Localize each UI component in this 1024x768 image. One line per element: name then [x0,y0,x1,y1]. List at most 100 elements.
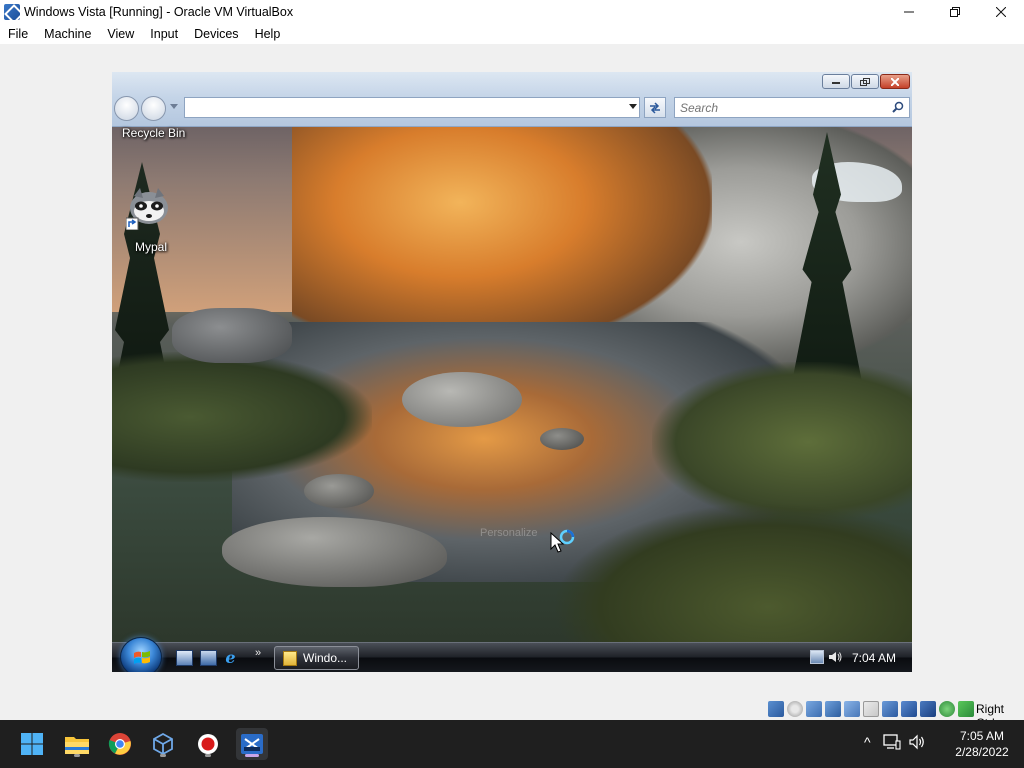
vista-vm-icon [241,734,263,754]
taskbar-recorder[interactable] [192,728,224,760]
restore-button[interactable] [932,0,978,24]
host-menu-bar: File Machine View Input Devices Help [0,24,1024,44]
taskbar-virtualbox[interactable] [147,728,179,760]
close-icon [996,7,1006,17]
windows-flag-icon [134,651,150,664]
vista-explorer-window[interactable] [112,72,912,127]
file-explorer-icon [65,737,89,754]
volume-icon[interactable] [828,650,842,664]
shared-folder-icon[interactable] [863,701,879,717]
running-indicator [74,754,80,757]
taskbar-window-label: Windo... [303,651,348,665]
optical-drive-icon[interactable] [787,701,803,717]
vista-notification-area [810,650,842,664]
search-icon[interactable] [892,101,904,113]
wallpaper-sunlit-peak [292,122,712,352]
menu-view[interactable]: View [103,27,142,41]
wallpaper-grass-left [112,352,372,482]
show-hidden-icons-icon[interactable]: ^ [864,734,871,750]
minimize-icon [904,11,914,13]
close-icon [891,77,899,86]
explorer-restore-button[interactable] [851,74,879,89]
folder-icon [283,650,297,666]
system-clock[interactable]: 7:05 AM 2/28/2022 [944,728,1020,760]
restore-icon [860,77,870,86]
wallpaper-stone [304,474,374,508]
wallpaper-stone [172,308,292,363]
wallpaper-grass-bottom [552,502,912,652]
start-button[interactable] [16,728,48,760]
minimize-icon [832,81,840,84]
network-icon[interactable] [825,701,841,717]
minimize-button[interactable] [886,0,932,24]
record-icon [198,734,218,754]
vista-clock[interactable]: 7:04 AM [852,651,896,665]
menu-help[interactable]: Help [251,27,289,41]
back-button[interactable] [114,96,139,121]
close-button[interactable] [978,0,1024,24]
mouse-integration-icon[interactable] [939,701,955,717]
window-title: Windows Vista [Running] - Oracle VM Virt… [24,5,294,19]
restore-icon [950,7,960,17]
address-dropdown-icon[interactable] [629,104,637,109]
volume-icon[interactable] [908,734,927,750]
explorer-minimize-button[interactable] [822,74,850,89]
chrome-icon [108,733,131,755]
recycle-bin-label[interactable]: Recycle Bin [122,126,185,140]
virtualbox-status-bar: Right Ctrl [0,698,1024,730]
search-box[interactable] [674,97,910,118]
hard-disk-icon[interactable] [768,701,784,717]
mypal-label[interactable]: Mypal [135,240,167,254]
vm-screen[interactable]: Recycle Bin Mypal Personalize [112,72,912,672]
explorer-window-controls [821,74,910,89]
wallpaper-stone [540,428,584,450]
taskbar-chrome[interactable] [104,728,136,760]
usb-icon[interactable] [844,701,860,717]
forward-button[interactable] [141,96,166,121]
menu-input[interactable]: Input [146,27,186,41]
keyboard-icon[interactable] [958,701,974,717]
cpu-icon[interactable] [920,701,936,717]
vbox-device-icons [768,701,977,717]
vm-display-area: Recycle Bin Mypal Personalize [0,44,1024,698]
running-indicator [160,754,166,757]
internet-explorer-icon[interactable]: e [222,650,239,666]
start-icon [21,733,43,755]
quick-launch-overflow-icon[interactable]: » [255,647,261,659]
taskbar-file-explorer[interactable] [61,728,93,760]
desktop-wallpaper[interactable] [112,72,912,672]
wallpaper-stone [402,372,522,427]
address-bar[interactable] [184,97,640,118]
system-tray: ^ [864,734,927,750]
active-window-indicator [245,754,259,757]
clock-time: 7:05 AM [959,729,1005,743]
taskbar-vista-vm[interactable] [236,728,268,760]
explorer-close-button[interactable] [880,74,910,89]
audio-icon[interactable] [806,701,822,717]
virtualbox-app-icon [4,4,20,20]
switch-windows-icon[interactable] [200,650,217,666]
network-icon[interactable] [810,650,824,664]
virtualbox-icon [153,732,173,756]
wallpaper-grass-right [652,362,912,522]
menu-file[interactable]: File [4,27,36,41]
vista-taskbar: e » Windo... 7:04 AM [112,637,912,672]
mypal-raccoon-icon[interactable] [126,186,172,230]
clock-date: 2/28/2022 [955,745,1009,759]
host-title-bar[interactable]: Windows Vista [Running] - Oracle VM Virt… [0,0,1024,24]
vista-start-button[interactable] [120,637,162,672]
windows-taskbar: ^ 7:05 AM 2/28/2022 [0,720,1024,768]
display-icon[interactable] [882,701,898,717]
busy-cursor-icon [550,529,575,553]
window-controls [886,0,1024,24]
taskbar-window-button[interactable]: Windo... [274,646,359,670]
refresh-button[interactable] [644,97,666,118]
search-input[interactable] [675,98,875,117]
recent-pages-arrow-icon[interactable] [170,104,178,109]
menu-devices[interactable]: Devices [190,27,246,41]
running-indicator [205,754,211,757]
network-icon[interactable] [882,734,901,750]
menu-machine[interactable]: Machine [40,27,99,41]
show-desktop-icon[interactable] [176,650,193,666]
video-capture-icon[interactable] [901,701,917,717]
